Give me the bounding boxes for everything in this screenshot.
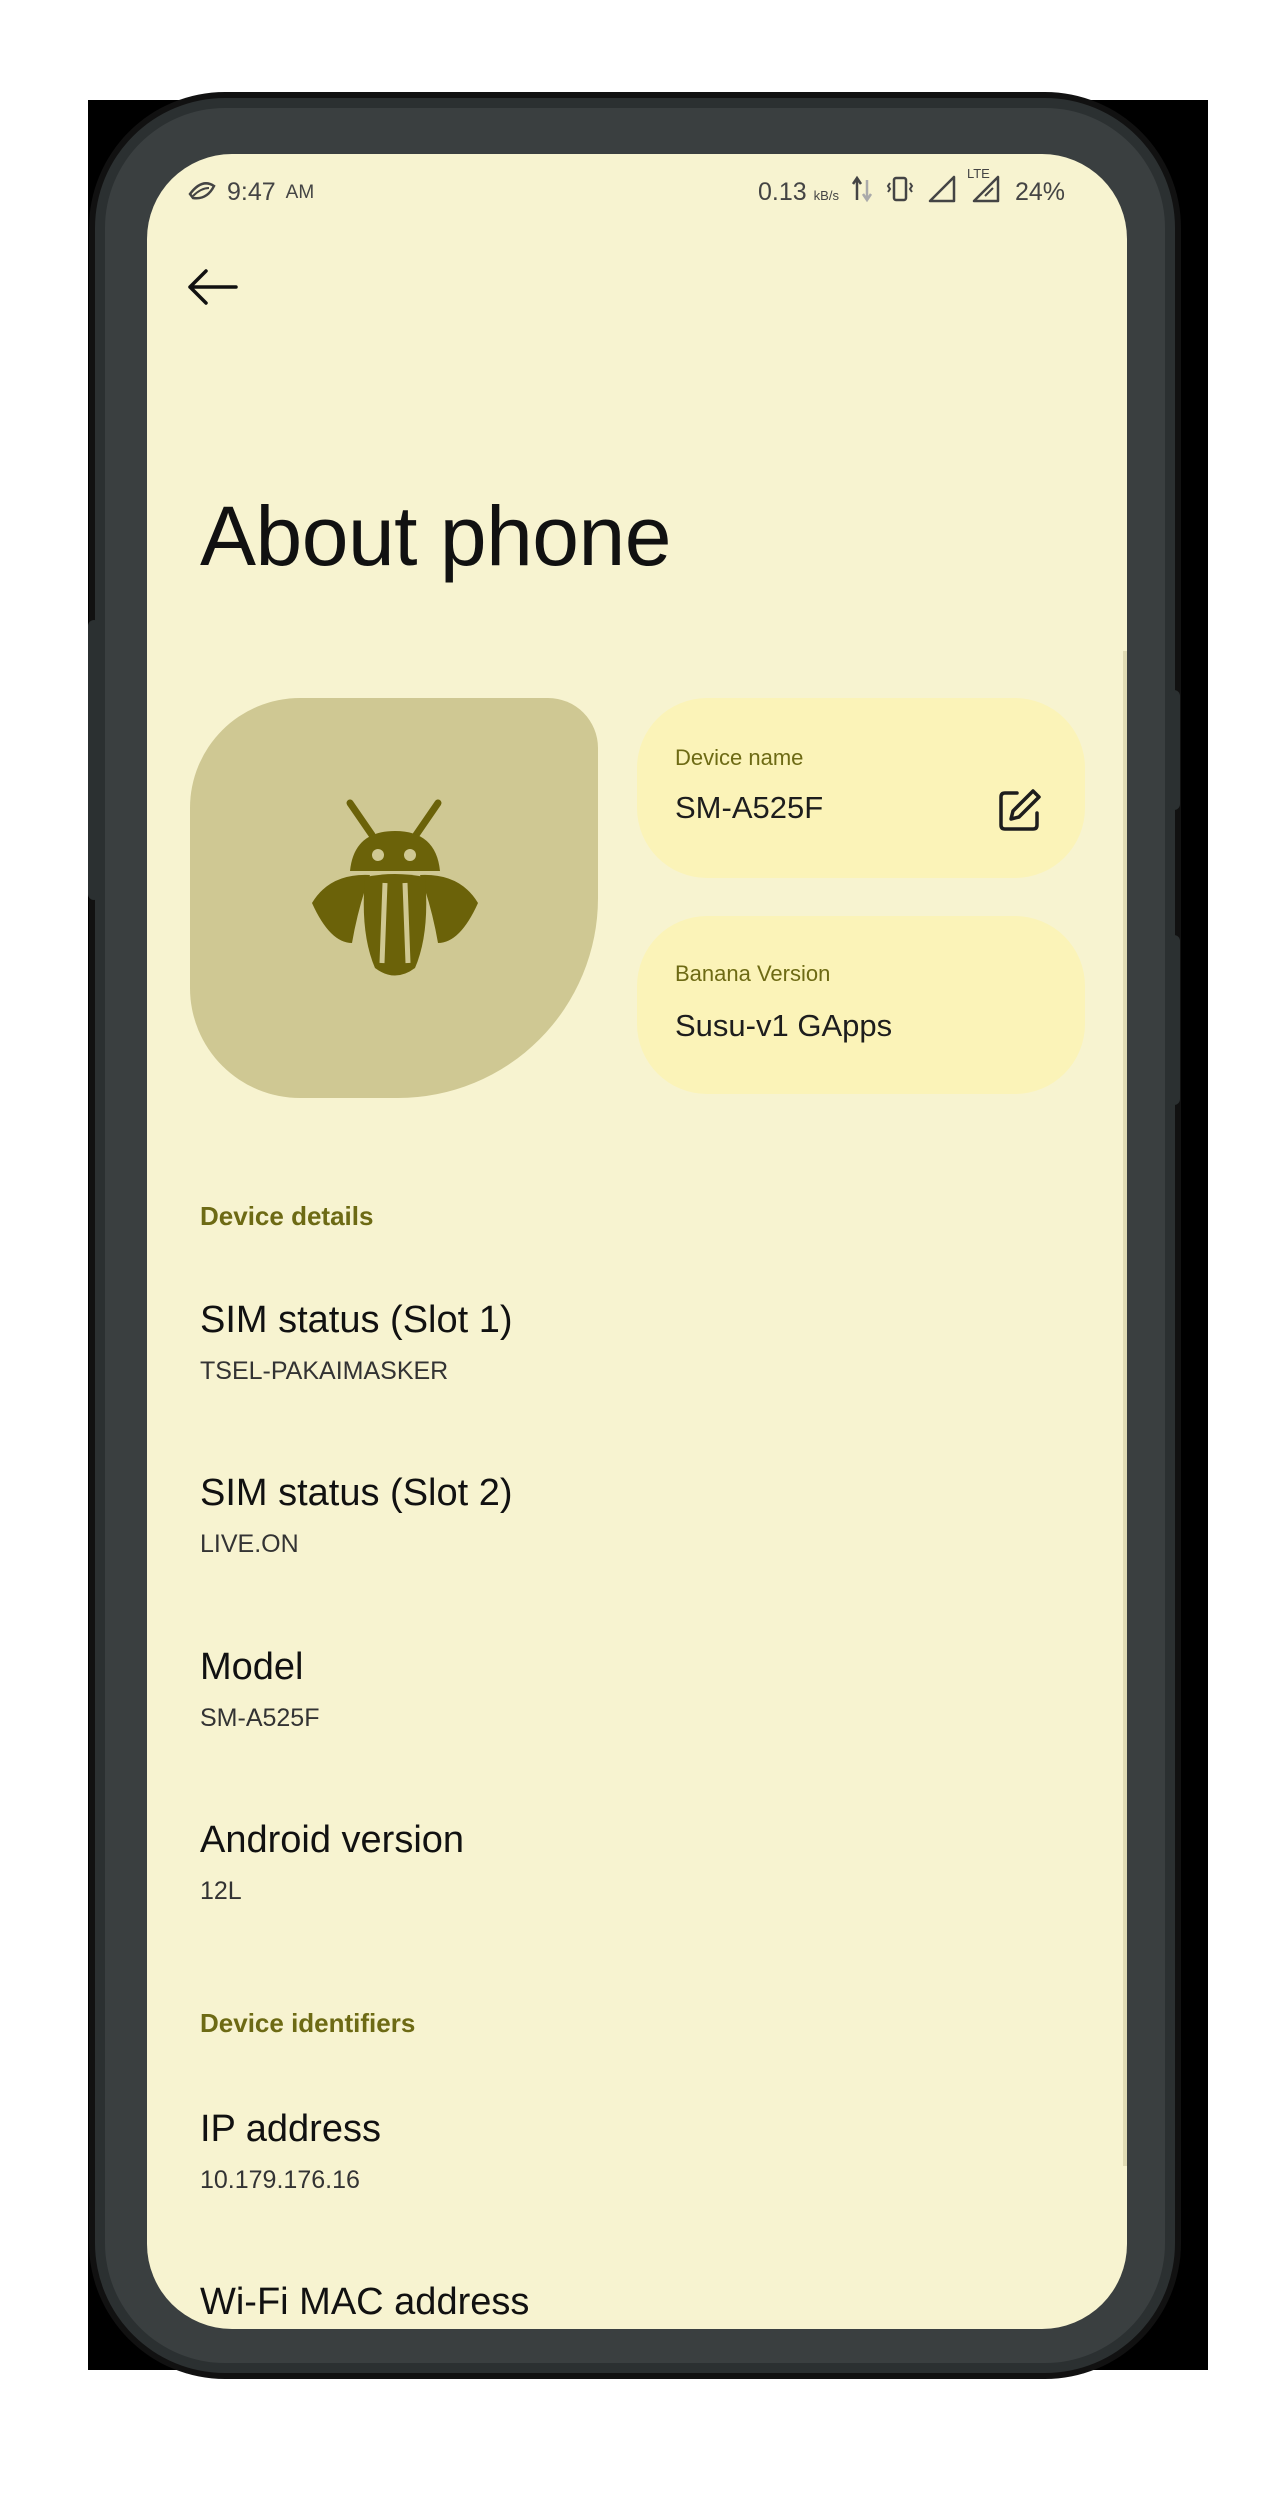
list-item-ip-address[interactable]: IP address 10.179.176.16 [200,2108,1080,2258]
device-name-value: SM-A525F [675,790,824,825]
status-time: 9:47 [227,178,276,206]
leaf-logo-icon [187,174,217,211]
status-bar: 9:47 AM 0.13 kB/s LTE 24% [147,154,1127,224]
status-ampm: AM [285,181,315,203]
battery-percent: 24% [1014,178,1065,206]
banana-version-value: Susu-v1 GApps [675,1008,893,1043]
list-item-title: Model [200,1646,304,1688]
left-side-button [88,620,100,900]
list-item-title: IP address [200,2108,381,2150]
list-item-subtitle: TSEL-PAKAIMASKER [200,1357,449,1385]
lte-label: LTE [966,166,990,181]
list-item-title: Android version [200,1819,465,1861]
net-speed-unit: kB/s [813,188,839,203]
arrow-back-icon [184,266,240,313]
banana-version-card[interactable]: Banana Version Susu-v1 GApps [637,916,1085,1094]
net-speed-value: 0.13 [758,178,807,206]
device-avatar[interactable] [190,698,598,1098]
phone-screen: 9:47 AM 0.13 kB/s LTE 24% About phone De… [147,154,1127,2329]
back-button[interactable] [177,254,247,324]
volume-button [1168,690,1180,810]
scrollbar[interactable] [1123,651,1127,2166]
list-item-subtitle: LIVE.ON [200,1530,299,1558]
signal-icon [927,174,957,211]
vibrate-icon [885,174,915,211]
list-item-subtitle: SM-A525F [200,1704,320,1732]
bug-android-icon [312,799,478,976]
list-item-android-version[interactable]: Android version 12L [200,1819,1080,1969]
page-title: About phone [200,489,671,583]
data-arrows-icon [851,174,873,211]
banana-version-label: Banana Version [675,961,831,986]
section-header-device-identifiers: Device identifiers [200,2008,416,2038]
list-item-wifi-mac[interactable]: Wi-Fi MAC address [200,2281,1080,2329]
list-item-title: Wi-Fi MAC address [200,2281,530,2323]
section-header-device-details: Device details [200,1201,374,1231]
device-name-card[interactable]: Device name SM-A525F [637,698,1085,878]
list-item-title: SIM status (Slot 1) [200,1299,513,1341]
device-name-label: Device name [675,745,804,770]
power-button [1168,935,1180,1105]
lte-signal-icon: LTE [967,166,1003,211]
list-item-subtitle: 10.179.176.16 [200,2166,360,2194]
list-item-model[interactable]: Model SM-A525F [200,1646,1080,1796]
edit-device-name-button[interactable] [990,782,1050,842]
list-item-subtitle: 12L [200,1877,242,1905]
edit-icon [995,785,1045,840]
net-speed: 0.13 kB/s [758,178,839,207]
list-item-title: SIM status (Slot 2) [200,1472,513,1514]
list-item-sim-slot-2[interactable]: SIM status (Slot 2) LIVE.ON [200,1472,1080,1622]
list-item-sim-slot-1[interactable]: SIM status (Slot 1) TSEL-PAKAIMASKER [200,1299,1080,1449]
